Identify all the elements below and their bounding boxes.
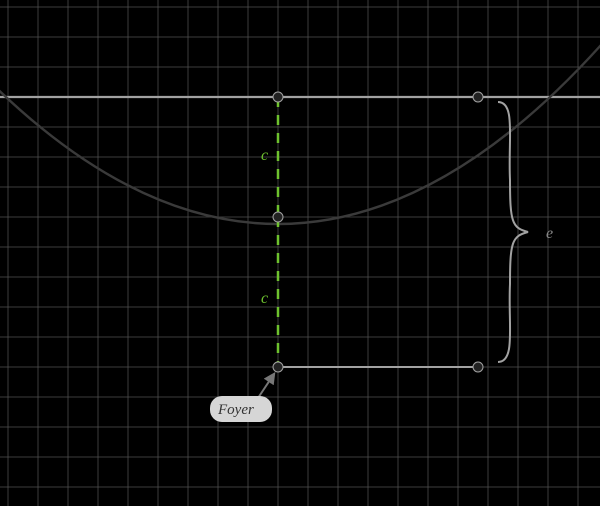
c-label-bottom: c	[261, 290, 268, 307]
focus-label-pill: Foyer	[210, 396, 272, 422]
diagram-canvas: c c e Foyer	[0, 0, 600, 506]
brace-e	[498, 102, 528, 362]
point-directrix-side	[473, 92, 483, 102]
point-focus-side	[473, 362, 483, 372]
point-focus	[273, 362, 283, 372]
focus-label-text: Foyer	[217, 402, 254, 418]
point-vertex	[273, 212, 283, 222]
focus-label-arrow	[258, 374, 274, 398]
e-label: e	[546, 225, 553, 242]
grid	[0, 0, 600, 506]
point-directrix-center	[273, 92, 283, 102]
c-label-top: c	[261, 147, 268, 164]
